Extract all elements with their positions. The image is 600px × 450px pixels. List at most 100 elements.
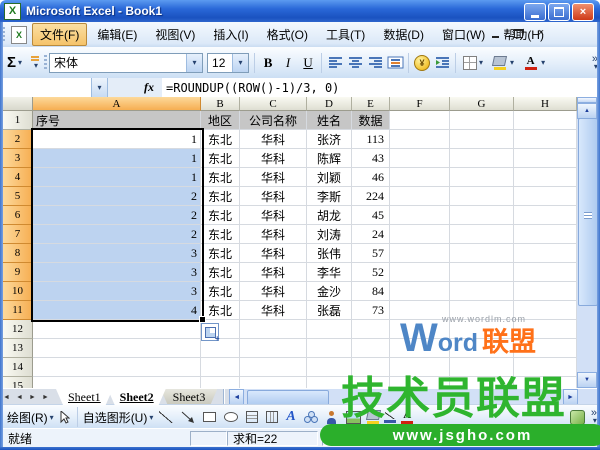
autosum-button[interactable]: Σ ▾ [4,52,25,73]
cell-C10[interactable]: 华科 [240,282,307,301]
cell-E11[interactable]: 73 [352,301,390,320]
row-header-12[interactable]: 12 [3,320,33,339]
cell-A6[interactable]: 2 [33,206,201,225]
increase-indent-button[interactable] [432,53,452,73]
cell-C5[interactable]: 华科 [240,187,307,206]
cell-H15[interactable] [514,377,577,388]
3d-style-button[interactable] [570,410,585,425]
oval-tool-icon[interactable] [224,412,238,422]
align-right-button[interactable] [365,53,385,73]
cell-F3[interactable] [390,149,450,168]
cell-E3[interactable]: 43 [352,149,390,168]
cell-G4[interactable] [450,168,514,187]
cell-F4[interactable] [390,168,450,187]
cell-E2[interactable]: 113 [352,130,390,149]
cell-A3[interactable]: 1 [33,149,201,168]
horizontal-scrollbar[interactable]: ◄ ► [229,389,600,405]
row-header-2[interactable]: 2 [3,130,33,149]
name-box[interactable] [0,78,92,97]
fill-color-button[interactable]: ▾ [488,51,517,75]
menu-edit[interactable]: 编辑(E) [89,23,145,46]
cell-G11[interactable] [450,301,514,320]
workbook-restore-button[interactable] [511,26,525,40]
row-header-10[interactable]: 10 [3,282,33,301]
scroll-up-button[interactable]: ▲ [577,103,597,119]
cell-G6[interactable] [450,206,514,225]
align-left-button[interactable] [325,53,345,73]
cell-B15[interactable] [201,377,240,388]
cell-E12[interactable] [352,320,390,339]
cell-C2[interactable]: 华科 [240,130,307,149]
next-sheet-button[interactable]: ► [26,389,39,405]
cell-B11[interactable]: 东北 [201,301,240,320]
draw-line-color-button[interactable] [382,407,399,427]
insert-picture-button[interactable] [346,411,361,424]
fill-handle[interactable] [199,316,206,323]
column-header-H[interactable]: H [514,97,577,111]
row-header-3[interactable]: 3 [3,149,33,168]
cell-B7[interactable]: 东北 [201,225,240,244]
cell-H3[interactable] [514,149,577,168]
align-center-button[interactable] [345,53,365,73]
borders-button[interactable]: ▾ [460,54,486,72]
cell-D7[interactable]: 刘涛 [307,225,352,244]
toolbar-grip[interactable] [44,55,47,71]
row-header-14[interactable]: 14 [3,358,33,377]
cell-F14[interactable] [390,358,450,377]
cell-A12[interactable] [33,320,201,339]
cell-G14[interactable] [450,358,514,377]
cell-H11[interactable] [514,301,577,320]
row-header-15[interactable]: 15 [3,377,33,388]
cell-C1[interactable]: 公司名称 [240,111,307,130]
row-header-1[interactable]: 1 [3,111,33,130]
cell-E9[interactable]: 52 [352,263,390,282]
cell-G15[interactable] [450,377,514,388]
cell-C9[interactable]: 华科 [240,263,307,282]
tab-sheet1[interactable]: Sheet1 [56,389,113,405]
cell-F6[interactable] [390,206,450,225]
cell-H14[interactable] [514,358,577,377]
cell-F7[interactable] [390,225,450,244]
menu-window[interactable]: 窗口(W) [434,23,493,46]
column-header-C[interactable]: C [240,97,307,111]
draw-menu-button[interactable]: 绘图(R) ▾ [7,409,54,426]
scroll-down-button[interactable]: ▼ [577,372,597,388]
row-header-9[interactable]: 9 [3,263,33,282]
cell-C13[interactable] [240,339,307,358]
column-header-G[interactable]: G [450,97,514,111]
row-header-4[interactable]: 4 [3,168,33,187]
cell-H13[interactable] [514,339,577,358]
cell-G12[interactable] [450,320,514,339]
cell-A1[interactable]: 序号 [33,111,201,130]
cell-E15[interactable] [352,377,390,388]
wordart-button[interactable]: A [286,409,295,425]
arrow-tool-button[interactable] [181,411,195,423]
workbook-close-button[interactable]: × [534,26,548,40]
cell-G10[interactable] [450,282,514,301]
cell-E5[interactable]: 224 [352,187,390,206]
cell-A15[interactable] [33,377,201,388]
cell-A7[interactable]: 2 [33,225,201,244]
currency-style-button[interactable]: ¥ [412,53,432,73]
cell-C15[interactable] [240,377,307,388]
cell-D11[interactable]: 张磊 [307,301,352,320]
menu-format[interactable]: 格式(O) [259,23,316,46]
column-header-F[interactable]: F [390,97,450,111]
cell-G3[interactable] [450,149,514,168]
cell-E8[interactable]: 57 [352,244,390,263]
cell-C4[interactable]: 华科 [240,168,307,187]
tab-split-handle[interactable] [223,389,227,405]
previous-sheet-button[interactable]: ◄ [13,389,26,405]
cell-A11[interactable]: 4 [33,301,201,320]
underline-button[interactable]: U [298,53,318,73]
cell-G8[interactable] [450,244,514,263]
cell-G2[interactable] [450,130,514,149]
vertical-scrollbar[interactable]: ▲ ▼ [577,97,597,388]
cell-B1[interactable]: 地区 [201,111,240,130]
vertical-scroll-thumb[interactable] [578,118,598,306]
line-tool-icon[interactable] [159,411,173,423]
cell-D13[interactable] [307,339,352,358]
cell-A9[interactable]: 3 [33,263,201,282]
cell-A13[interactable] [33,339,201,358]
cell-A4[interactable]: 1 [33,168,201,187]
